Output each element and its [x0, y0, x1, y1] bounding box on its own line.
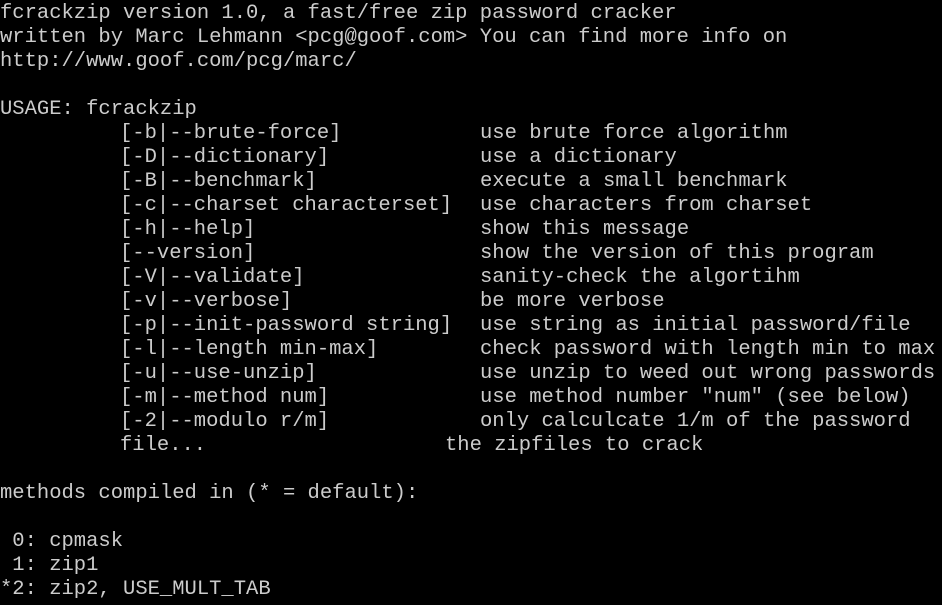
- option-flag: [-u|--use-unzip]: [120, 362, 317, 385]
- method-item: 0: cpmask: [0, 530, 124, 553]
- file-argument-description: the zipfiles to crack: [445, 434, 704, 457]
- header-line-3: http://www.goof.com/pcg/marc/: [0, 50, 357, 73]
- option-description: execute a small benchmark: [480, 170, 788, 193]
- option-description: show the version of this program: [480, 242, 874, 265]
- option-flag: [-2|--modulo r/m]: [120, 410, 330, 433]
- option-flag: [-c|--charset characterset]: [120, 194, 453, 217]
- method-item: 1: zip1: [0, 554, 99, 577]
- method-item: *2: zip2, USE_MULT_TAB: [0, 578, 271, 601]
- option-description: use a dictionary: [480, 146, 677, 169]
- usage-title: USAGE: fcrackzip: [0, 98, 197, 121]
- option-description: sanity-check the algortihm: [480, 266, 800, 289]
- methods-title: methods compiled in (* = default):: [0, 482, 419, 505]
- option-flag: [--version]: [120, 242, 256, 265]
- option-flag: [-l|--length min-max]: [120, 338, 379, 361]
- option-flag: [-m|--method num]: [120, 386, 330, 409]
- header-line-2: written by Marc Lehmann <pcg@goof.com> Y…: [0, 26, 788, 49]
- option-description: use brute force algorithm: [480, 122, 788, 145]
- option-description: show this message: [480, 218, 690, 241]
- option-description: use method number "num" (see below): [480, 386, 911, 409]
- option-description: only calculcate 1/m of the password: [480, 410, 911, 433]
- option-flag: [-B|--benchmark]: [120, 170, 317, 193]
- option-description: use string as initial password/file: [480, 314, 911, 337]
- option-flag: [-b|--brute-force]: [120, 122, 342, 145]
- header-line-1: fcrackzip version 1.0, a fast/free zip p…: [0, 2, 677, 25]
- option-flag: [-p|--init-password string]: [120, 314, 453, 337]
- terminal-window[interactable]: fcrackzip version 1.0, a fast/free zip p…: [0, 0, 942, 605]
- file-argument: file...: [120, 434, 207, 457]
- option-flag: [-h|--help]: [120, 218, 256, 241]
- option-description: use unzip to weed out wrong passwords: [480, 362, 936, 385]
- option-flag: [-D|--dictionary]: [120, 146, 330, 169]
- option-description: use characters from charset: [480, 194, 813, 217]
- option-flag: [-v|--verbose]: [120, 290, 293, 313]
- option-flag: [-V|--validate]: [120, 266, 305, 289]
- option-description: be more verbose: [480, 290, 665, 313]
- option-description: check password with length min to max: [480, 338, 936, 361]
